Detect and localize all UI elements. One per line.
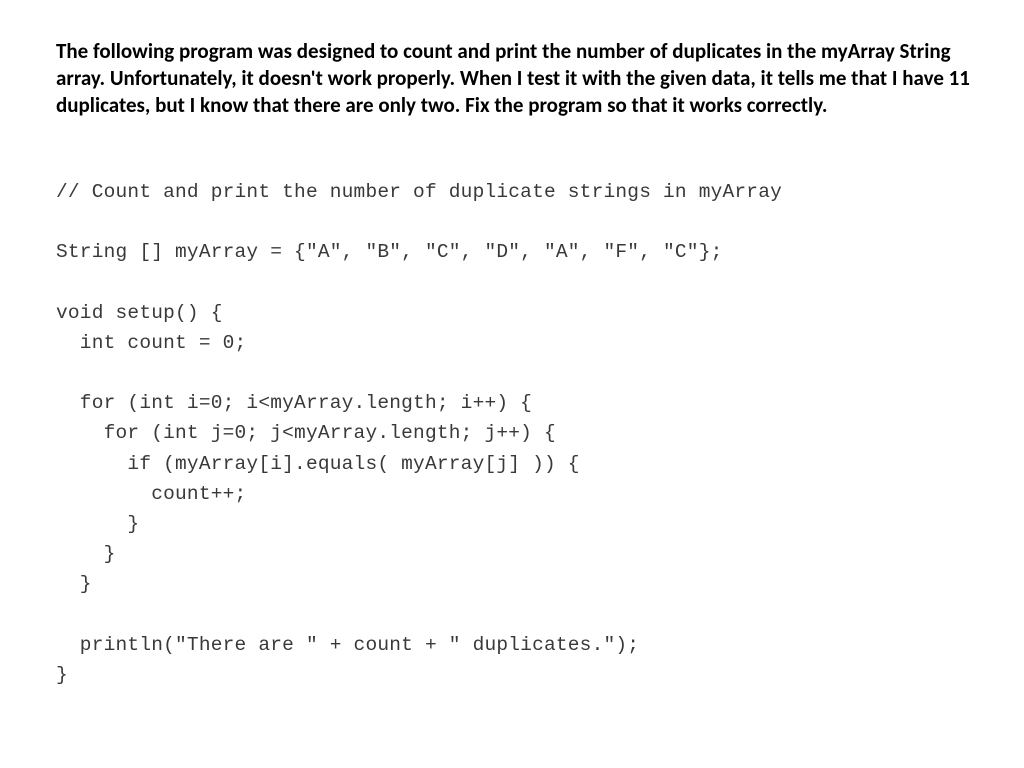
question-prompt: The following program was designed to co… [56, 38, 974, 119]
code-block: // Count and print the number of duplica… [56, 177, 974, 691]
